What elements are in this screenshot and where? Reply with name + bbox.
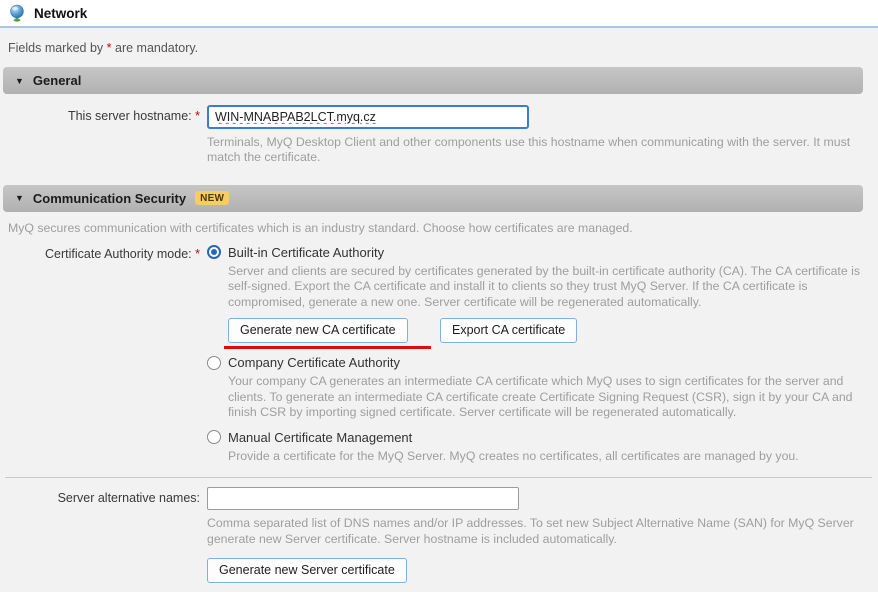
- ca-mode-label-text: Certificate Authority mode:: [45, 247, 192, 261]
- mandatory-note: Fields marked by * are mandatory.: [8, 41, 870, 55]
- collapse-arrow-icon: ▼: [15, 193, 24, 203]
- ca-mode-required-asterisk: *: [195, 247, 200, 261]
- mandatory-note-text2: are mandatory.: [112, 41, 199, 55]
- radio-manual-certificate-label: Manual Certificate Management: [228, 430, 412, 445]
- san-label: Server alternative names:: [0, 487, 207, 583]
- san-row: Server alternative names: Comma separate…: [0, 487, 878, 583]
- hostname-input[interactable]: [207, 105, 529, 129]
- hostname-label-text: This server hostname:: [68, 109, 192, 123]
- hostname-required-asterisk: *: [195, 109, 200, 123]
- collapse-arrow-icon: ▼: [15, 76, 24, 86]
- new-badge: NEW: [195, 191, 229, 205]
- globe-icon: [8, 4, 26, 22]
- ca-mode-label: Certificate Authority mode: *: [0, 243, 207, 464]
- red-annotation-underline: [224, 346, 431, 349]
- radio-built-in-ca-icon[interactable]: [207, 245, 221, 259]
- section-header-communication-security[interactable]: ▼ Communication Security NEW: [3, 185, 863, 212]
- generate-server-certificate-button[interactable]: Generate new Server certificate: [207, 558, 407, 583]
- radio-option-manual-certificate[interactable]: Manual Certificate Management: [207, 430, 878, 445]
- radio-option-company-ca[interactable]: Company Certificate Authority: [207, 355, 878, 370]
- page-title: Network: [34, 6, 87, 21]
- generate-ca-certificate-button[interactable]: Generate new CA certificate: [228, 318, 408, 343]
- section-title-general: General: [33, 73, 81, 88]
- hostname-label: This server hostname: *: [0, 105, 207, 166]
- hostname-row: This server hostname: * Terminals, MyQ D…: [0, 105, 878, 166]
- section-title-communication-security: Communication Security: [33, 191, 186, 206]
- section-divider: [5, 477, 872, 478]
- section-header-general[interactable]: ▼ General: [3, 67, 863, 94]
- manual-certificate-description: Provide a certificate for the MyQ Server…: [228, 449, 876, 464]
- ca-mode-row: Certificate Authority mode: * Built-in C…: [0, 243, 878, 464]
- export-ca-certificate-button[interactable]: Export CA certificate: [440, 318, 577, 343]
- radio-company-ca-icon[interactable]: [207, 356, 221, 370]
- security-intro: MyQ secures communication with certifica…: [8, 221, 870, 235]
- san-label-text: Server alternative names:: [58, 491, 200, 505]
- san-help: Comma separated list of DNS names and/or…: [207, 516, 855, 547]
- titlebar: Network: [0, 0, 878, 28]
- radio-built-in-ca-label: Built-in Certificate Authority: [228, 245, 384, 260]
- radio-company-ca-label: Company Certificate Authority: [228, 355, 400, 370]
- server-alternative-names-input[interactable]: [207, 487, 519, 510]
- radio-manual-certificate-icon[interactable]: [207, 430, 221, 444]
- built-in-ca-description: Server and clients are secured by certif…: [228, 264, 876, 310]
- mandatory-note-text: Fields marked by: [8, 41, 107, 55]
- hostname-help: Terminals, MyQ Desktop Client and other …: [207, 135, 859, 166]
- company-ca-description: Your company CA generates an intermediat…: [228, 374, 876, 420]
- radio-option-built-in-ca[interactable]: Built-in Certificate Authority: [207, 245, 878, 260]
